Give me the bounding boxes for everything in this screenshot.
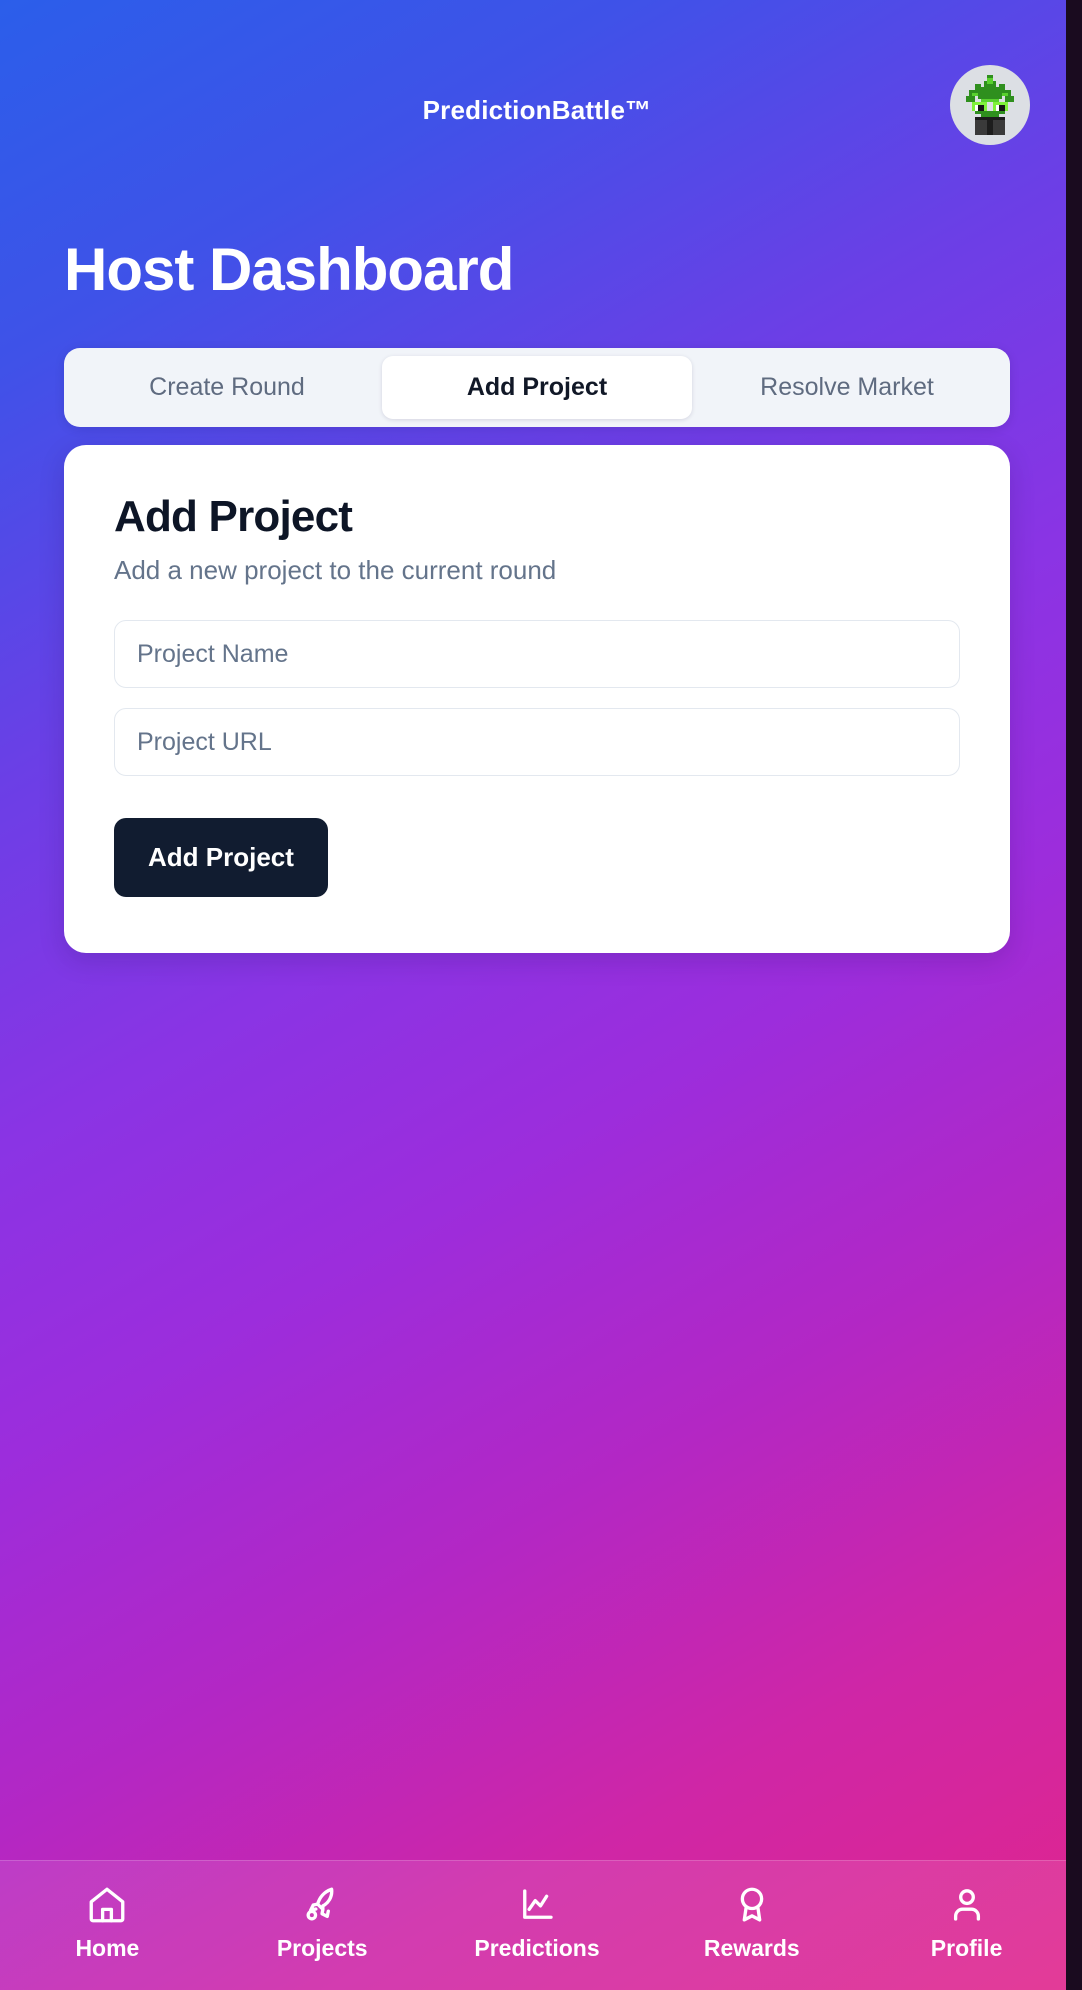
card-title: Add Project xyxy=(114,492,353,541)
bottom-navigation: Home Projects Predictions Rewards Profil… xyxy=(0,1860,1074,1990)
nav-item-projects[interactable]: Projects xyxy=(215,1884,430,1962)
add-project-submit-button[interactable]: Add Project xyxy=(114,818,328,898)
tab-add-project[interactable]: Add Project xyxy=(382,356,692,419)
line-chart-icon xyxy=(523,1888,553,1919)
app-root: PredictionBattle™ Host Dashboard Create … xyxy=(0,0,1074,1990)
nav-item-home[interactable]: Home xyxy=(0,1884,215,1962)
project-url-input[interactable] xyxy=(114,708,960,777)
nav-label-predictions: Predictions xyxy=(474,1934,600,1961)
nav-item-predictions[interactable]: Predictions xyxy=(430,1884,645,1962)
nav-label-home: Home xyxy=(75,1934,140,1961)
right-edge-strip xyxy=(1066,0,1074,1990)
project-name-input[interactable] xyxy=(114,620,960,689)
nav-item-profile[interactable]: Profile xyxy=(859,1884,1074,1962)
rocket-icon xyxy=(306,1887,334,1920)
add-project-card: Add Project Add a new project to the cur… xyxy=(64,445,1010,954)
tab-create-round[interactable]: Create Round xyxy=(72,356,382,419)
page-title: Host Dashboard xyxy=(64,236,514,303)
tab-resolve-market[interactable]: Resolve Market xyxy=(692,356,1002,419)
nav-label-profile: Profile xyxy=(930,1934,1003,1961)
award-ribbon-icon xyxy=(740,1887,764,1922)
person-icon xyxy=(953,1888,980,1921)
top-bar: PredictionBattle™ xyxy=(0,0,1074,180)
app-brand-title: PredictionBattle™ xyxy=(422,95,652,125)
cannabis-plant-avatar-icon xyxy=(966,75,1014,135)
home-icon xyxy=(89,1887,125,1922)
nav-item-rewards[interactable]: Rewards xyxy=(644,1884,859,1962)
nav-label-projects: Projects xyxy=(276,1934,368,1961)
avatar[interactable] xyxy=(950,65,1030,145)
card-subtitle: Add a new project to the current round xyxy=(114,555,557,586)
tab-bar: Create Round Add Project Resolve Market xyxy=(64,348,1010,427)
nav-label-rewards: Rewards xyxy=(703,1934,800,1961)
